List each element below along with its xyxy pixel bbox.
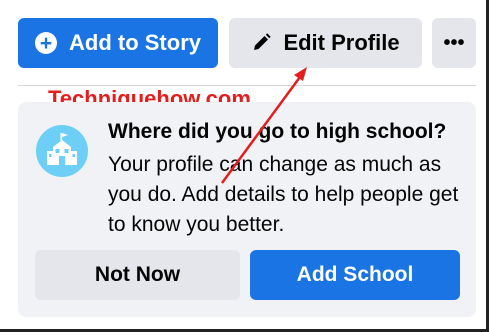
not-now-label: Not Now [94,263,181,286]
more-options-button[interactable]: ••• [432,18,476,68]
edit-profile-button[interactable]: Edit Profile [229,18,422,68]
add-to-story-button[interactable]: + Add to Story [18,18,218,68]
plus-icon: + [35,32,57,54]
edit-profile-label: Edit Profile [283,30,400,55]
high-school-prompt-card: Where did you go to high school? Your pr… [18,102,476,317]
prompt-description: Your profile can change as much as you d… [108,153,459,236]
prompt-question: Where did you go to high school? [108,120,447,143]
more-dots-icon: ••• [443,31,465,54]
not-now-button[interactable]: Not Now [35,250,240,300]
add-school-button[interactable]: Add School [250,250,460,300]
pencil-icon [254,33,272,50]
add-to-story-label: Add to Story [69,30,201,55]
school-icon [36,125,88,177]
add-school-label: Add School [296,263,414,286]
